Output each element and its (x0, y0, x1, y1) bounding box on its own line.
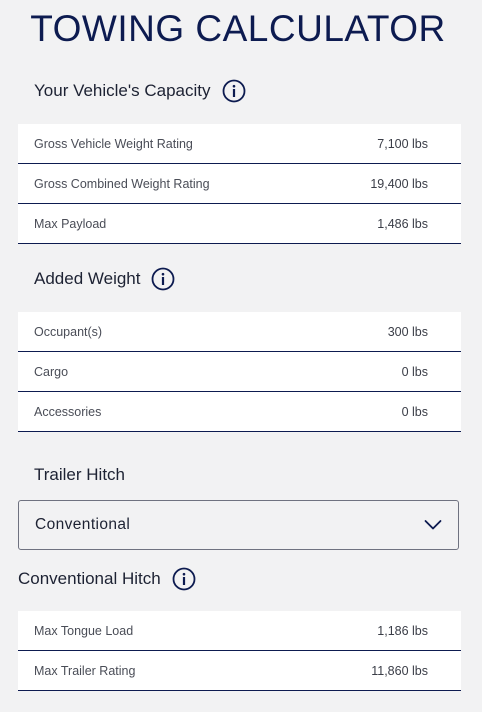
trailer-hitch-heading-label: Trailer Hitch (34, 465, 125, 484)
added-weight-heading-label: Added Weight (34, 269, 141, 288)
info-icon[interactable] (151, 267, 175, 291)
trailer-hitch-heading: Trailer Hitch (34, 465, 125, 485)
conventional-hitch-heading: Conventional Hitch (18, 567, 196, 591)
table-row: Max Tongue Load 1,186 lbs (18, 611, 461, 651)
vehicle-capacity-heading: Your Vehicle's Capacity (34, 79, 246, 103)
added-weight-heading: Added Weight (34, 267, 175, 291)
info-icon[interactable] (222, 79, 246, 103)
vehicle-capacity-table: Gross Vehicle Weight Rating 7,100 lbs Gr… (18, 124, 461, 244)
row-label: Gross Combined Weight Rating (34, 176, 210, 191)
row-value: 7,100 lbs (377, 136, 428, 151)
row-value: 0 lbs (401, 404, 428, 419)
info-icon[interactable] (172, 567, 196, 591)
added-weight-table: Occupant(s) 300 lbs Cargo 0 lbs Accessor… (18, 312, 461, 432)
page-title: TOWING CALCULATOR (30, 8, 446, 49)
row-label: Max Payload (34, 216, 107, 231)
row-value: 0 lbs (401, 364, 428, 379)
row-label: Occupant(s) (34, 324, 103, 339)
row-label: Gross Vehicle Weight Rating (34, 136, 193, 151)
row-value: 11,860 lbs (371, 663, 428, 678)
table-row: Gross Combined Weight Rating 19,400 lbs (18, 164, 461, 204)
chevron-down-icon[interactable] (424, 519, 442, 531)
row-value: 19,400 lbs (370, 176, 428, 191)
table-row: Max Trailer Rating 11,860 lbs (18, 651, 461, 691)
trailer-hitch-select[interactable]: Conventional (18, 500, 459, 550)
row-label: Accessories (34, 404, 102, 419)
row-label: Cargo (34, 364, 69, 379)
table-row: Max Payload 1,486 lbs (18, 204, 461, 244)
table-row: Cargo 0 lbs (18, 352, 461, 392)
vehicle-capacity-heading-label: Your Vehicle's Capacity (34, 81, 211, 100)
row-value: 300 lbs (387, 324, 428, 339)
conventional-hitch-table: Max Tongue Load 1,186 lbs Max Trailer Ra… (18, 611, 461, 691)
table-row: Gross Vehicle Weight Rating 7,100 lbs (18, 124, 461, 164)
row-value: 1,486 lbs (377, 216, 428, 231)
table-row: Accessories 0 lbs (18, 392, 461, 432)
table-row: Occupant(s) 300 lbs (18, 312, 461, 352)
row-value: 1,186 lbs (377, 623, 428, 638)
trailer-hitch-selected-value: Conventional (35, 516, 131, 533)
row-label: Max Trailer Rating (34, 663, 136, 678)
conventional-hitch-heading-label: Conventional Hitch (18, 569, 161, 588)
row-label: Max Tongue Load (34, 623, 134, 638)
